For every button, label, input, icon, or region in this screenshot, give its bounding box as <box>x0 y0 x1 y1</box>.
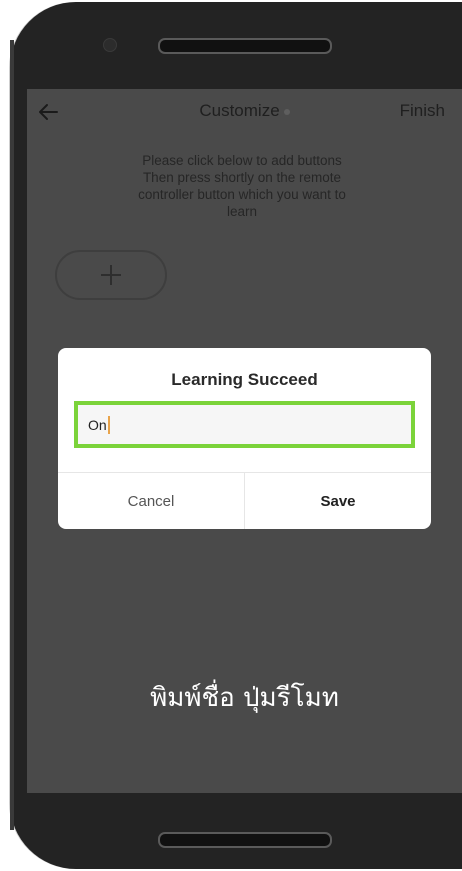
add-button[interactable] <box>55 250 167 300</box>
save-button[interactable]: Save <box>245 473 431 529</box>
button-name-input[interactable]: On <box>74 401 415 448</box>
instructions-line: Please click below to add buttons <box>142 153 342 168</box>
dialog-title: Learning Succeed <box>171 370 318 389</box>
instructions-text: Please click below to add buttons Then p… <box>107 152 377 220</box>
speaker-grille-bottom <box>158 832 332 848</box>
finish-button[interactable]: Finish <box>400 101 445 121</box>
camera-icon <box>103 38 117 52</box>
cancel-button[interactable]: Cancel <box>58 473 244 529</box>
instructions-line: Then press shortly on the remote <box>142 170 342 185</box>
text-caret <box>107 415 110 434</box>
instructions-line: learn <box>226 204 258 219</box>
phone-side-edge <box>10 40 14 830</box>
speaker-grille-top <box>158 38 332 54</box>
page-title: Customize <box>27 101 462 121</box>
button-name-value: On <box>88 416 107 433</box>
plus-icon <box>101 265 121 285</box>
instruction-caption: พิมพ์ชื่อ ปุ่มรีโมท <box>150 683 339 713</box>
page-title-text: Customize <box>199 101 280 120</box>
learning-dialog: Learning Succeed On Cancel Save <box>58 348 431 529</box>
app-screen: Customize Finish Please click below to a… <box>27 89 462 793</box>
edit-dot-icon <box>283 108 290 115</box>
top-bar: Customize Finish <box>27 89 462 135</box>
instructions-line: controller button which you want to <box>138 187 346 202</box>
